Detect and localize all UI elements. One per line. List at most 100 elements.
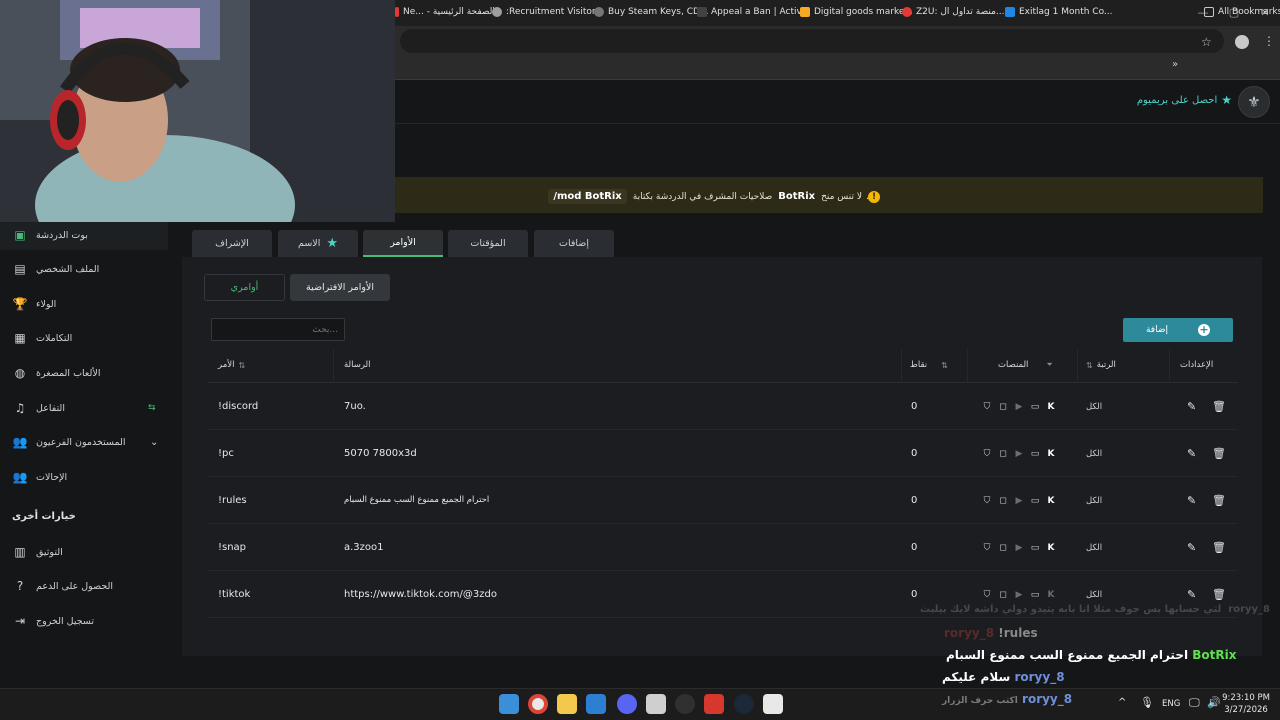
edit-icon[interactable]: ✎ xyxy=(1187,447,1196,460)
tab-addons[interactable]: إضافات xyxy=(534,230,614,257)
bookmark-item[interactable]: Digital goods marke... xyxy=(800,4,913,20)
sidebar-item-interaction[interactable]: ♫ التفاعل ⇆ xyxy=(0,393,168,423)
plus-icon: + xyxy=(1198,323,1210,336)
app-icon[interactable] xyxy=(646,694,666,714)
chrome-icon[interactable] xyxy=(528,694,548,714)
chat-message: roryy_8 لتي حسابها بس جوف مثلا انا بابه … xyxy=(920,604,1270,615)
chat-user: roryy_8 xyxy=(944,626,995,640)
chat-text: !rules xyxy=(998,626,1038,640)
sidebar-item-label: الألعاب المصغرة xyxy=(36,367,101,379)
bookmark-item[interactable]: :Recruitment Visitor... xyxy=(492,4,603,20)
chat-icon: ▭ xyxy=(1030,402,1040,412)
tab-name[interactable]: الاسم ★ xyxy=(278,230,358,257)
column-header-points[interactable]: نقاط ⇅ xyxy=(910,360,948,370)
sidebar-item-referrals[interactable]: 👥 الإحالات xyxy=(0,462,168,492)
sidebar-item-chatbot[interactable]: ▣ بوت الدردشة xyxy=(0,220,168,250)
bookmark-item[interactable]: Appeal a Ban | Activ... xyxy=(697,4,810,20)
twitch-icon: ◻ xyxy=(999,402,1007,412)
sidebar-item-logout[interactable]: ⇥ تسجيل الخروج xyxy=(0,606,168,636)
botrix-logo[interactable]: ⚜ xyxy=(1238,86,1270,118)
rank-cell: الكل xyxy=(1086,543,1103,553)
bookmark-item[interactable]: Exitlag 1 Month Co... xyxy=(1005,4,1113,20)
column-label: نقاط xyxy=(910,360,928,370)
tab-moderation[interactable]: الإشراف xyxy=(192,230,272,257)
notepad-icon[interactable] xyxy=(763,694,783,714)
filter-icon[interactable]: ⏷ xyxy=(1046,360,1052,370)
trash-icon[interactable]: 🗑 xyxy=(1212,541,1226,554)
edit-icon[interactable]: ✎ xyxy=(1187,541,1196,554)
help-icon: ? xyxy=(16,579,24,593)
column-header-command[interactable]: الأمر ⇅ xyxy=(218,360,245,370)
store-icon[interactable] xyxy=(586,694,606,714)
edit-icon[interactable]: ✎ xyxy=(1187,400,1196,413)
sort-icon: ⇅ xyxy=(238,360,246,370)
app-icon[interactable] xyxy=(704,694,724,714)
trash-icon[interactable]: 🗑 xyxy=(1212,588,1226,601)
bookmark-label: Z2U: منصة تداول ال... xyxy=(916,7,1005,17)
trash-icon[interactable]: 🗑 xyxy=(1212,494,1226,507)
notice-botname: BotRix xyxy=(778,191,816,202)
microphone-icon[interactable]: 🎙 xyxy=(1140,696,1154,709)
sidebar-item-label: الإحالات xyxy=(36,471,68,483)
sidebar-item-subusers[interactable]: 👥 المستخدمون الفرعيون ⌄ xyxy=(0,427,168,457)
sidebar-item-minigames[interactable]: ◍ الألعاب المصغرة xyxy=(0,358,168,388)
language-indicator[interactable]: ENG xyxy=(1162,699,1180,709)
botrix-icon: ⛉ xyxy=(983,496,991,506)
sidebar-item-loyalty[interactable]: 🏆 الولاء xyxy=(0,289,168,319)
bookmark-item[interactable]: Z2U: منصة تداول ال... xyxy=(902,4,1005,20)
file-explorer-icon[interactable] xyxy=(557,694,577,714)
edit-icon[interactable]: ✎ xyxy=(1187,494,1196,507)
all-bookmarks[interactable]: All Bookmarks xyxy=(1204,4,1280,20)
bookmark-item[interactable]: Ne... - الصفحة الرئيسية xyxy=(395,4,495,20)
sidebar-item-support[interactable]: ? الحصول على الدعم xyxy=(0,571,168,601)
sidebar-item-profile[interactable]: ▤ الملف الشخصي xyxy=(0,254,168,284)
youtube-icon: ▶ xyxy=(1015,402,1023,412)
bookmark-icon xyxy=(800,7,810,17)
rank-cell: الكل xyxy=(1086,590,1103,600)
star-icon[interactable]: ☆ xyxy=(1201,35,1212,49)
webcam-feed xyxy=(0,0,395,222)
subtab-default-commands[interactable]: الأوامر الافتراضية xyxy=(290,274,390,301)
add-command-button[interactable]: إضافة + xyxy=(1123,318,1233,342)
discord-icon[interactable] xyxy=(617,694,637,714)
steam-icon[interactable] xyxy=(734,694,754,714)
docs-icon: ▥ xyxy=(14,545,26,559)
chevron-up-icon[interactable]: ^ xyxy=(1118,697,1126,708)
chat-user: roryy_8 xyxy=(1014,670,1065,684)
botrix-icon: ⛉ xyxy=(983,449,991,459)
obs-icon[interactable] xyxy=(675,694,695,714)
chevron-right-icon[interactable]: » xyxy=(1172,59,1178,70)
url-field[interactable] xyxy=(400,29,1224,53)
bookmark-label: Appeal a Ban | Activ... xyxy=(711,7,810,17)
network-icon[interactable]: 🖵 xyxy=(1189,696,1200,710)
kick-icon: K xyxy=(1047,590,1055,600)
bookmark-icon xyxy=(395,7,399,17)
menu-icon[interactable]: ⋮ xyxy=(1263,34,1275,48)
column-header-rank[interactable]: ⇅ الرتبة xyxy=(1086,360,1116,370)
subtab-my-commands[interactable]: أوامري xyxy=(204,274,285,301)
sidebar-item-docs[interactable]: ▥ التوثيق xyxy=(0,537,168,567)
premium-link[interactable]: احصل على بريميوم ★ xyxy=(1137,93,1232,107)
chat-icon: ▭ xyxy=(1030,449,1040,459)
chat-icon: ▭ xyxy=(1030,543,1040,553)
start-icon[interactable] xyxy=(499,694,519,714)
volume-icon[interactable]: 🔊 xyxy=(1207,696,1221,709)
tab-commands[interactable]: الأوامر xyxy=(363,230,443,257)
search-input[interactable] xyxy=(211,318,345,341)
chevron-down-icon[interactable]: ⌄ xyxy=(150,437,158,448)
trash-icon[interactable]: 🗑 xyxy=(1212,447,1226,460)
profile-icon[interactable] xyxy=(1235,35,1249,49)
trash-icon[interactable]: 🗑 xyxy=(1212,400,1226,413)
column-label: الرسالة xyxy=(344,360,371,370)
botrix-icon: ⛉ xyxy=(983,402,991,412)
bookmark-icon xyxy=(492,7,502,17)
subtab-label: الأوامر الافتراضية xyxy=(305,282,374,293)
logout-icon: ⇥ xyxy=(14,614,26,628)
taskbar-clock[interactable]: 9:23:10 PM 3/27/2026 xyxy=(1222,692,1270,716)
sidebar-item-integrations[interactable]: ▦ التكاملات xyxy=(0,323,168,353)
column-header-platforms[interactable]: ⏷ المنصات xyxy=(998,360,1053,370)
tab-timers[interactable]: المؤقتات xyxy=(448,230,528,257)
arrows-icon: ⇆ xyxy=(148,403,156,413)
edit-icon[interactable]: ✎ xyxy=(1187,588,1196,601)
bookmark-item[interactable]: Buy Steam Keys, CD... xyxy=(594,4,709,20)
